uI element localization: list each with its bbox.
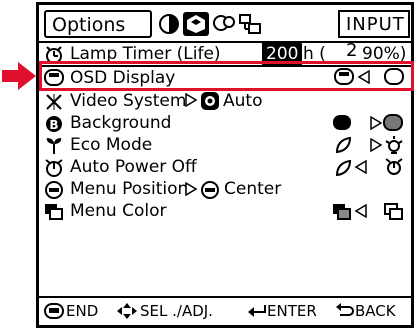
menu-footer: END SEL ./ADJ. ENTER BACK bbox=[44, 300, 410, 322]
video-system-icon bbox=[46, 94, 62, 110]
menu-position-icon bbox=[45, 181, 63, 199]
footer-end-label: END bbox=[66, 302, 99, 320]
menu-color-current-icon bbox=[333, 204, 351, 220]
footer-enter-label: ENTER bbox=[267, 302, 317, 320]
eco-leaf-icon bbox=[335, 136, 352, 154]
menu-item-label: Eco Mode bbox=[70, 135, 153, 155]
pointer-arrow-icon bbox=[2, 62, 36, 90]
auto-power-off-icon bbox=[45, 159, 63, 177]
menu-item-auto-power-off[interactable]: Auto Power Off bbox=[44, 156, 408, 178]
power-off-timer-icon bbox=[385, 158, 403, 175]
adjust-right-arrow-icon[interactable] bbox=[184, 182, 198, 196]
options-menu-panel: Options INPUT 2 Lamp Timer (Life) 200 h … bbox=[36, 2, 414, 328]
options-tab[interactable]: Options bbox=[44, 10, 152, 38]
options-tab-label: Options bbox=[52, 14, 126, 36]
adjust-right-arrow-icon[interactable] bbox=[369, 138, 383, 152]
enter-arrow-icon[interactable] bbox=[247, 304, 267, 318]
adjust-right-arrow-icon[interactable] bbox=[369, 116, 383, 130]
input-indicator: INPUT 2 bbox=[338, 10, 410, 61]
menu-item-label: Auto Power Off bbox=[70, 157, 197, 177]
menu-item-video-system[interactable]: Video System Auto bbox=[44, 90, 408, 112]
footer-back-label: BACK bbox=[355, 302, 396, 320]
menu-item-background[interactable]: B Background bbox=[44, 112, 408, 134]
menu-item-menu-position[interactable]: Menu Position Center bbox=[44, 178, 408, 200]
menu-color-icon bbox=[45, 204, 63, 220]
menu-color-alt-icon bbox=[384, 203, 403, 220]
menu-center-icon bbox=[201, 181, 219, 199]
select-arrows-icon[interactable] bbox=[116, 302, 138, 320]
menu-item-eco-mode[interactable]: Eco Mode bbox=[44, 134, 408, 156]
svg-text:B: B bbox=[49, 118, 58, 132]
end-button-icon[interactable] bbox=[44, 303, 64, 319]
footer-divider bbox=[38, 296, 412, 298]
background-icon: B bbox=[46, 116, 62, 132]
connection-icon[interactable] bbox=[238, 13, 262, 35]
adjust-left-arrow-icon[interactable] bbox=[354, 160, 368, 174]
back-button-icon[interactable] bbox=[334, 303, 354, 319]
footer-sel-label: SEL ./ADJ. bbox=[140, 302, 213, 320]
picture-adjust-icon[interactable] bbox=[158, 13, 180, 35]
menu-item-menu-color[interactable]: Menu Color bbox=[44, 200, 408, 222]
options-cube-icon[interactable] bbox=[183, 12, 209, 36]
menu-item-label: Video System bbox=[70, 91, 187, 111]
adjust-left-arrow-icon[interactable] bbox=[354, 204, 368, 218]
adjust-right-arrow-icon[interactable] bbox=[184, 93, 198, 107]
video-system-value: Auto bbox=[223, 91, 263, 111]
background-black-icon bbox=[333, 115, 351, 130]
selection-highlight bbox=[39, 61, 414, 91]
eco-mode-icon bbox=[46, 138, 62, 154]
power-on-icon bbox=[335, 159, 352, 177]
auto-video-icon bbox=[201, 92, 219, 110]
speech-bubble-icon[interactable] bbox=[212, 13, 236, 35]
standard-lamp-icon bbox=[385, 136, 403, 154]
menu-header: Options INPUT 2 bbox=[44, 10, 410, 61]
menu-item-label: Menu Position bbox=[70, 179, 189, 199]
menu-item-label: Background bbox=[70, 113, 172, 133]
menu-position-value: Center bbox=[224, 179, 282, 199]
menu-item-label: Menu Color bbox=[70, 201, 167, 221]
background-gray-icon bbox=[383, 114, 403, 131]
